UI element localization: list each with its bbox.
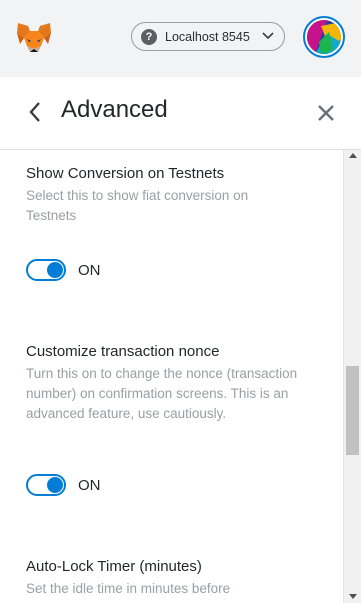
settings-header: Advanced <box>0 77 361 150</box>
toggle-knob <box>47 262 63 278</box>
setting-title: Show Conversion on Testnets <box>26 165 225 182</box>
metamask-fox-icon[interactable] <box>16 22 52 54</box>
scroll-down-arrow-icon[interactable] <box>349 594 357 599</box>
app-header: ? Localhost 8545 <box>0 0 361 78</box>
page-title: Advanced <box>61 96 168 123</box>
toggle-customize-nonce[interactable]: ON <box>26 474 101 496</box>
network-label: Localhost 8545 <box>165 29 250 44</box>
setting-auto-lock: Auto-Lock Timer (minutes) Set the idle t… <box>26 557 326 599</box>
setting-description: Select this to show fiat conversion on T… <box>26 188 249 223</box>
setting-title: Customize transaction nonce <box>26 343 220 360</box>
setting-title: Auto-Lock Timer (minutes) <box>26 558 202 575</box>
question-circle-icon: ? <box>141 28 157 45</box>
scroll-up-arrow-icon[interactable] <box>349 153 357 158</box>
chevron-down-icon <box>262 32 274 40</box>
scrollbar[interactable] <box>343 150 361 603</box>
setting-description: Turn this on to change the nonce (transa… <box>26 366 298 421</box>
toggle-label: ON <box>78 261 101 279</box>
scrollbar-thumb[interactable] <box>346 366 359 455</box>
toggle-label: ON <box>78 476 101 494</box>
setting-customize-nonce: Customize transaction nonce Turn this on… <box>26 342 326 424</box>
toggle-knob <box>47 477 63 493</box>
toggle-show-conversion[interactable]: ON <box>26 259 101 281</box>
toggle-switch[interactable] <box>26 259 66 281</box>
network-selector[interactable]: ? Localhost 8545 <box>131 22 285 51</box>
close-icon[interactable] <box>317 104 335 122</box>
toggle-switch[interactable] <box>26 474 66 496</box>
setting-show-conversion: Show Conversion on Testnets Select this … <box>26 164 326 226</box>
settings-list: Show Conversion on Testnets Select this … <box>0 150 343 603</box>
account-avatar-icon[interactable] <box>303 16 345 58</box>
chevron-left-icon[interactable] <box>28 101 42 123</box>
setting-description: Set the idle time in minutes before <box>26 581 231 596</box>
